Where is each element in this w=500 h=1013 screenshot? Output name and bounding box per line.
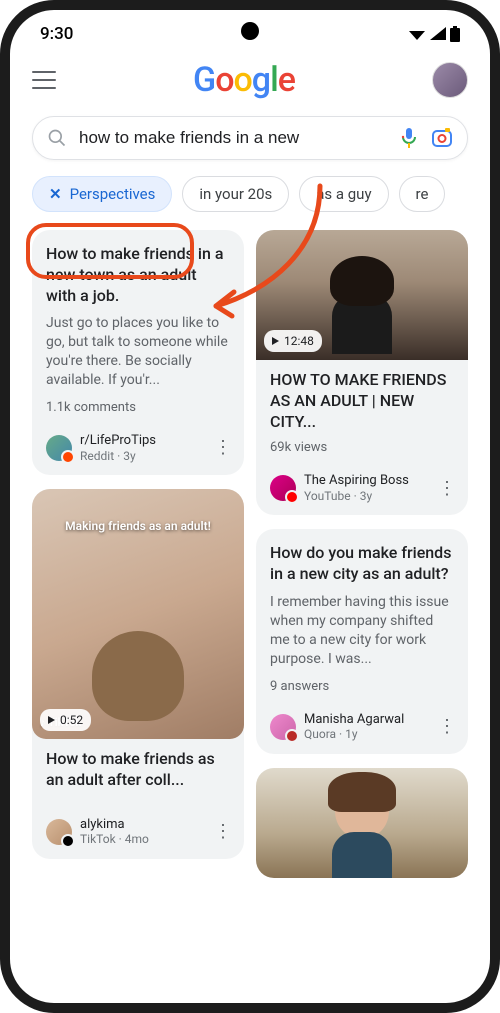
source-avatar: [46, 435, 72, 461]
source-author: r/LifeProTips: [80, 433, 204, 449]
menu-icon[interactable]: [32, 71, 56, 89]
chip-label: Perspectives: [70, 185, 156, 203]
source-author: The Aspiring Boss: [304, 473, 428, 489]
person-illustration: [322, 778, 402, 878]
google-logo: Google: [56, 60, 432, 100]
card-snippet: Just go to places you like to go, but ta…: [46, 314, 230, 390]
source-platform: Reddit · 3y: [80, 449, 204, 463]
tiktok-badge-icon: [61, 834, 75, 848]
chip-perspectives[interactable]: ✕ Perspectives: [32, 176, 172, 212]
mic-icon[interactable]: [399, 127, 419, 149]
card-meta: 9 answers: [270, 679, 454, 694]
card-footer: r/LifeProTips Reddit · 3y ⋮: [32, 425, 244, 475]
source-author: alykima: [80, 817, 204, 833]
more-icon[interactable]: ⋮: [436, 723, 458, 730]
card-title: How do you make friends in a new city as…: [270, 543, 454, 585]
quora-badge-icon: [285, 729, 299, 743]
filter-chips-row[interactable]: ✕ Perspectives in your 20s as a guy re: [10, 172, 490, 224]
play-icon: [272, 337, 279, 345]
phone-frame: 9:30 Google ✕ Per: [0, 0, 500, 1013]
card-footer: The Aspiring Boss YouTube · 3y ⋮: [256, 465, 468, 515]
more-icon[interactable]: ⋮: [212, 444, 234, 451]
result-card-reddit[interactable]: How to make friends in a new town as an …: [32, 230, 244, 475]
video-thumbnail[interactable]: Making friends as an adult! ♪ TikTok 0:5…: [32, 489, 244, 739]
source-avatar: [270, 475, 296, 501]
source-avatar: [46, 819, 72, 845]
person-illustration: [98, 639, 178, 739]
chip-label: as a guy: [316, 185, 371, 203]
video-thumbnail[interactable]: 12:48: [256, 230, 468, 360]
source-platform: TikTok · 4mo: [80, 832, 204, 846]
card-meta: 1.1k comments: [46, 400, 230, 415]
search-input[interactable]: [79, 128, 387, 148]
more-icon[interactable]: ⋮: [436, 485, 458, 492]
source-platform: YouTube · 3y: [304, 489, 428, 503]
video-duration: 0:52: [40, 709, 91, 731]
chip-label: in your 20s: [199, 185, 272, 203]
results-grid: How to make friends in a new town as an …: [10, 224, 490, 878]
reddit-badge-icon: [61, 450, 75, 464]
person-illustration: [322, 260, 402, 360]
card-footer: alykima TikTok · 4mo ⋮: [32, 809, 244, 859]
result-card-youtube[interactable]: 12:48 HOW TO MAKE FRIENDS AS AN ADULT | …: [256, 230, 468, 515]
card-title: How to make friends as an adult after co…: [46, 749, 230, 791]
results-column-left: How to make friends in a new town as an …: [32, 230, 244, 878]
chip-as-a-guy[interactable]: as a guy: [299, 176, 388, 212]
status-time: 9:30: [40, 24, 73, 44]
app-header: Google: [10, 50, 490, 106]
source-platform: Quora · 1y: [304, 727, 428, 741]
video-caption-overlay: Making friends as an adult!: [32, 519, 244, 533]
youtube-badge-icon: [285, 490, 299, 504]
result-card-quora[interactable]: How do you make friends in a new city as…: [256, 529, 468, 753]
card-title: How to make friends in a new town as an …: [46, 244, 230, 306]
wifi-icon: [408, 26, 426, 42]
result-card-partial[interactable]: [256, 768, 468, 878]
source-author: Manisha Agarwal: [304, 712, 428, 728]
close-icon[interactable]: ✕: [49, 185, 62, 203]
result-card-tiktok[interactable]: Making friends as an adult! ♪ TikTok 0:5…: [32, 489, 244, 859]
camera-icon[interactable]: [431, 127, 453, 149]
more-icon[interactable]: ⋮: [212, 828, 234, 835]
chip-in-your-20s[interactable]: in your 20s: [182, 176, 289, 212]
search-icon: [47, 128, 67, 148]
status-indicators: [408, 26, 460, 42]
play-icon: [48, 716, 55, 724]
profile-avatar[interactable]: [432, 62, 468, 98]
card-title: HOW TO MAKE FRIENDS AS AN ADULT | NEW CI…: [270, 370, 454, 432]
video-duration: 12:48: [264, 330, 322, 352]
chip-partial[interactable]: re: [399, 176, 446, 212]
source-avatar: [270, 714, 296, 740]
battery-icon: [450, 26, 460, 42]
chip-label: re: [416, 185, 429, 203]
card-meta: 69k views: [270, 440, 454, 455]
signal-icon: [430, 26, 446, 42]
video-thumbnail[interactable]: [256, 768, 468, 878]
card-footer: Manisha Agarwal Quora · 1y ⋮: [256, 704, 468, 754]
results-column-right: 12:48 HOW TO MAKE FRIENDS AS AN ADULT | …: [256, 230, 468, 878]
camera-notch: [241, 22, 259, 40]
search-bar[interactable]: [32, 116, 468, 160]
card-snippet: I remember having this issue when my com…: [270, 593, 454, 669]
